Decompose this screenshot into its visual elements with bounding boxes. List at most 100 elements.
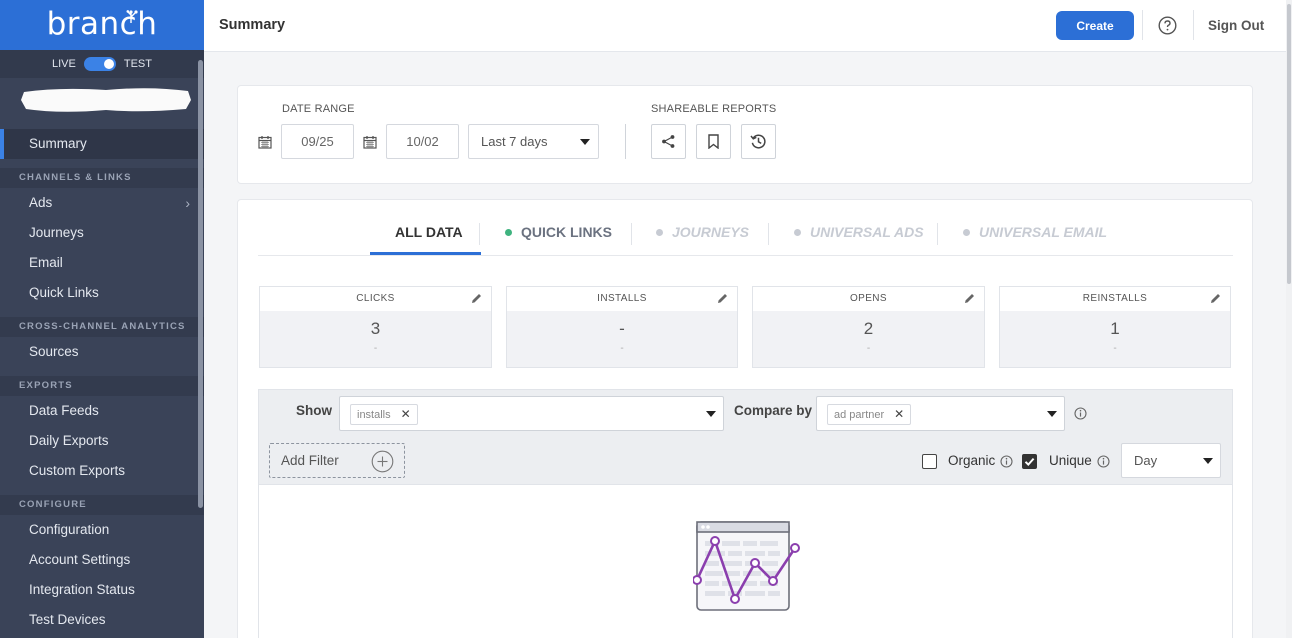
end-date-input[interactable]: 10/02 bbox=[386, 124, 459, 159]
tab-all-data-label: ALL DATA bbox=[395, 224, 463, 240]
stat-card-reinstalls: REINSTALLS 1 - bbox=[999, 286, 1231, 368]
tab-all-data[interactable]: ALL DATA bbox=[395, 224, 463, 240]
nav-data-feeds[interactable]: Data Feeds bbox=[0, 396, 204, 426]
stat-card-clicks: CLICKS 3 - bbox=[259, 286, 492, 368]
organic-checkbox[interactable] bbox=[922, 454, 937, 469]
compare-by-select[interactable]: ad partner ✕ bbox=[816, 396, 1065, 431]
status-dot-icon bbox=[963, 229, 970, 236]
organic-label: Organic bbox=[948, 453, 996, 468]
live-test-toggle[interactable] bbox=[83, 57, 116, 71]
dropdown-caret-icon bbox=[706, 411, 716, 417]
divider bbox=[479, 223, 480, 245]
calendar-icon[interactable] bbox=[258, 135, 272, 149]
chevron-right-icon: › bbox=[185, 195, 190, 211]
redacted-app-name[interactable] bbox=[20, 87, 192, 113]
nav-email[interactable]: Email bbox=[0, 248, 204, 278]
remove-chip-icon[interactable]: ✕ bbox=[401, 407, 411, 421]
report-history-button[interactable] bbox=[741, 124, 776, 159]
stat-header: REINSTALLS bbox=[1000, 287, 1230, 311]
status-dot-icon bbox=[794, 229, 801, 236]
sign-out-link[interactable]: Sign Out bbox=[1208, 18, 1264, 33]
show-label: Show bbox=[296, 403, 332, 418]
branch-logo[interactable]: branch bbox=[47, 6, 158, 42]
help-icon[interactable] bbox=[1158, 16, 1177, 35]
info-icon[interactable] bbox=[1097, 455, 1110, 468]
add-filter-button[interactable]: Add Filter bbox=[269, 443, 405, 478]
nav-test-devices[interactable]: Test Devices bbox=[0, 605, 204, 635]
share-icon bbox=[662, 135, 675, 148]
unique-checkbox[interactable] bbox=[1022, 454, 1037, 469]
status-dot-icon bbox=[505, 229, 512, 236]
nav-custom-exports[interactable]: Custom Exports bbox=[0, 456, 204, 486]
create-button[interactable]: Create bbox=[1056, 11, 1134, 40]
pencil-icon[interactable] bbox=[963, 292, 976, 305]
page-scrollbar[interactable] bbox=[1286, 0, 1292, 638]
analytics-card: ALL DATA QUICK LINKS JOURNEYS UNIVERSAL … bbox=[237, 199, 1253, 638]
share-button[interactable] bbox=[651, 124, 686, 159]
date-range-label: DATE RANGE bbox=[282, 103, 355, 115]
stat-change: - bbox=[373, 343, 378, 354]
nav-sources[interactable]: Sources bbox=[0, 337, 204, 367]
nav-account-settings[interactable]: Account Settings bbox=[0, 545, 204, 575]
stat-label: OPENS bbox=[849, 293, 887, 304]
nav-test-devices-label: Test Devices bbox=[29, 612, 106, 627]
nav-journeys-label: Journeys bbox=[29, 225, 84, 240]
divider bbox=[937, 223, 938, 245]
compare-by-label: Compare by bbox=[734, 403, 813, 418]
unique-label: Unique bbox=[1049, 453, 1092, 468]
divider bbox=[625, 124, 626, 159]
dropdown-caret-icon bbox=[580, 139, 590, 145]
nav-sources-label: Sources bbox=[29, 344, 79, 359]
pencil-icon[interactable] bbox=[1209, 292, 1222, 305]
nav-summary[interactable]: Summary bbox=[0, 129, 204, 159]
stat-header: CLICKS bbox=[260, 287, 491, 311]
nav-custom-exports-label: Custom Exports bbox=[29, 463, 126, 478]
divider bbox=[768, 223, 769, 245]
section-channels-links: CHANNELS & LINKS bbox=[0, 168, 204, 188]
section-configure: CONFIGURE bbox=[0, 495, 204, 515]
tab-quick-links-label: QUICK LINKS bbox=[521, 224, 612, 240]
logo-bar: branch bbox=[0, 0, 204, 50]
nav-configuration[interactable]: Configuration bbox=[0, 515, 204, 545]
tab-journeys-label: JOURNEYS bbox=[672, 224, 750, 240]
start-date-input[interactable]: 09/25 bbox=[281, 124, 354, 159]
sidebar-scrollbar[interactable] bbox=[198, 60, 203, 508]
nav-integration-status[interactable]: Integration Status bbox=[0, 575, 204, 605]
pencil-icon[interactable] bbox=[716, 292, 729, 305]
plus-circle-icon bbox=[371, 450, 394, 473]
nav-journeys[interactable]: Journeys bbox=[0, 218, 204, 248]
granularity-value: Day bbox=[1134, 453, 1158, 468]
add-filter-label: Add Filter bbox=[281, 453, 339, 468]
stat-value: - bbox=[619, 319, 625, 338]
date-preset-select[interactable]: Last 7 days bbox=[468, 124, 599, 159]
save-report-button[interactable] bbox=[696, 124, 731, 159]
divider bbox=[1193, 10, 1194, 40]
stat-value: 1 bbox=[1110, 319, 1120, 338]
pencil-icon[interactable] bbox=[470, 292, 483, 305]
remove-chip-icon[interactable]: ✕ bbox=[894, 407, 904, 421]
granularity-select[interactable]: Day bbox=[1121, 443, 1221, 478]
compare-chip: ad partner ✕ bbox=[827, 404, 912, 425]
info-icon[interactable] bbox=[1000, 455, 1013, 468]
empty-chart-illustration bbox=[693, 521, 800, 611]
section-cross-channel-analytics: CROSS-CHANNEL ANALYTICS bbox=[0, 317, 204, 337]
metric-chip: installs ✕ bbox=[350, 404, 418, 425]
nav-summary-label: Summary bbox=[29, 136, 87, 151]
calendar-icon[interactable] bbox=[363, 135, 377, 149]
tab-universal-ads-label: UNIVERSAL ADS bbox=[810, 224, 924, 240]
divider bbox=[631, 223, 632, 245]
show-metric-select[interactable]: installs ✕ bbox=[339, 396, 724, 431]
page-scrollbar-thumb[interactable] bbox=[1287, 4, 1291, 284]
tab-quick-links[interactable]: QUICK LINKS bbox=[505, 224, 612, 240]
nav-daily-exports[interactable]: Daily Exports bbox=[0, 426, 204, 456]
metric-chip-label: installs bbox=[357, 409, 391, 421]
top-bar: Summary Create Sign Out bbox=[204, 0, 1286, 52]
nav-quick-links[interactable]: Quick Links bbox=[0, 278, 204, 308]
nav-ads[interactable]: Ads › bbox=[0, 188, 204, 218]
stat-label: INSTALLS bbox=[597, 293, 647, 304]
info-icon[interactable] bbox=[1074, 407, 1087, 420]
section-exports: EXPORTS bbox=[0, 376, 204, 396]
chart-area bbox=[258, 485, 1233, 638]
nav-configuration-label: Configuration bbox=[29, 522, 110, 537]
stat-change: - bbox=[1113, 343, 1117, 354]
